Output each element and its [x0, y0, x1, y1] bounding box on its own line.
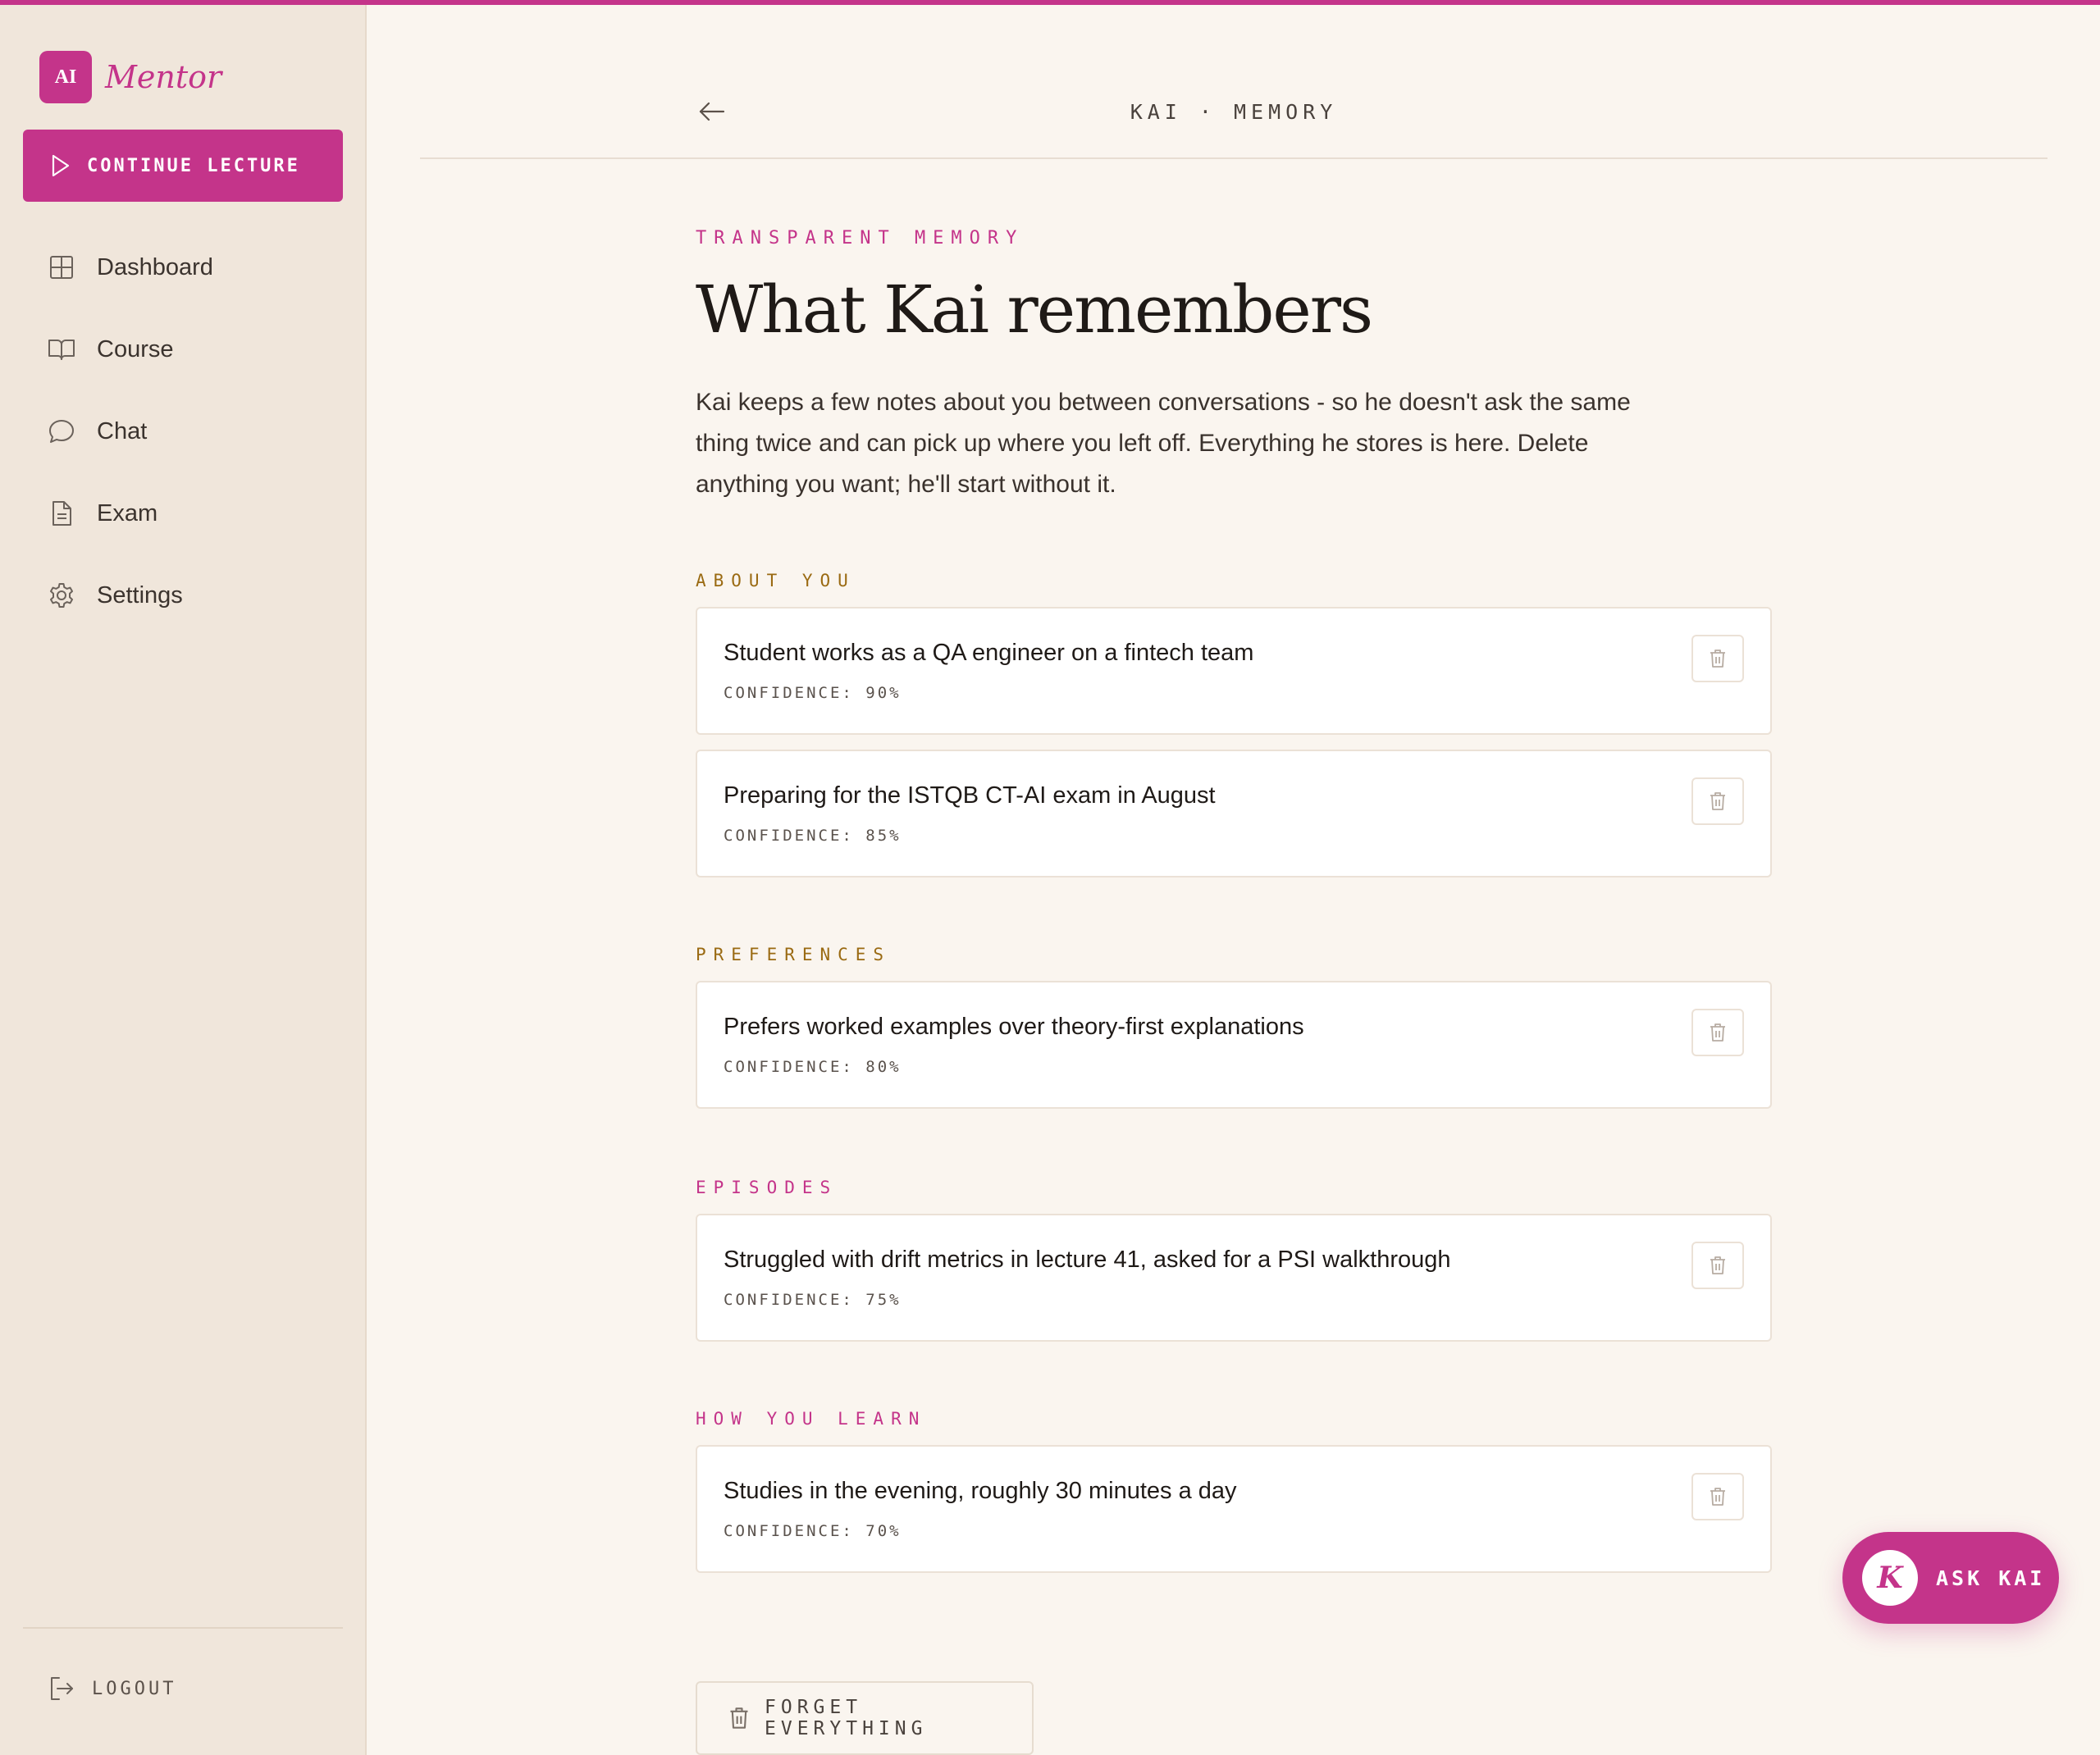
brand-logo[interactable]: AI Mentor [39, 51, 221, 103]
sidebar-item-settings[interactable]: Settings [23, 554, 345, 636]
memory-text: Studies in the evening, roughly 30 minut… [724, 1478, 1237, 1504]
memory-card: Student works as a QA engineer on a fint… [696, 607, 1772, 735]
sidebar-item-label: Chat [97, 417, 148, 444]
sidebar-item-label: Dashboard [97, 253, 213, 280]
sidebar-item-label: Course [97, 335, 174, 362]
memory-card: Struggled with drift metrics in lecture … [696, 1214, 1772, 1342]
brand-name: Mentor [105, 59, 222, 95]
book-icon [48, 335, 75, 363]
ask-kai-label: ASK KAI [1936, 1566, 2046, 1590]
memory-confidence: CONFIDENCE: 75% [724, 1291, 902, 1309]
sidebar-nav: Dashboard Course Chat Exam Settings [23, 226, 345, 636]
sidebar-item-label: Settings [97, 581, 183, 609]
page-eyebrow: TRANSPARENT MEMORY [696, 228, 1025, 248]
kai-avatar: K [1862, 1550, 1918, 1606]
continue-lecture-button[interactable]: CONTINUE LECTURE [23, 130, 343, 202]
delete-memory-button[interactable] [1691, 777, 1744, 825]
trash-icon [1710, 1256, 1725, 1274]
document-icon [48, 499, 75, 527]
trash-icon [1710, 792, 1725, 810]
trash-icon [728, 1707, 750, 1730]
section-label: PREFERENCES [696, 945, 892, 964]
section-how-you-learn: HOW YOU LEARN Studies in the evening, ro… [696, 1409, 1772, 1588]
trash-icon [1710, 650, 1725, 668]
memory-text: Struggled with drift metrics in lecture … [724, 1247, 1451, 1273]
delete-memory-button[interactable] [1691, 635, 1744, 682]
memory-card: Prefers worked examples over theory-firs… [696, 981, 1772, 1109]
trash-icon [1710, 1023, 1725, 1042]
header-title: KAI · MEMORY [1130, 100, 1338, 124]
forget-everything-label: FORGET EVERYTHING [765, 1697, 928, 1739]
section-episodes: EPISODES Struggled with drift metrics in… [696, 1178, 1772, 1356]
sidebar-divider [23, 1627, 343, 1629]
page-intro: Kai keeps a few notes about you between … [696, 389, 1631, 498]
memory-main: TRANSPARENT MEMORY What Kai remembers Ka… [696, 228, 1772, 505]
delete-memory-button[interactable] [1691, 1473, 1744, 1520]
brand-mark-icon: AI [39, 51, 92, 103]
grid-icon [48, 253, 75, 281]
logout-button[interactable]: LOGOUT [48, 1675, 176, 1703]
page-header: KAI · MEMORY [420, 57, 2048, 159]
section-label: ABOUT YOU [696, 571, 856, 590]
delete-memory-button[interactable] [1691, 1009, 1744, 1056]
memory-confidence: CONFIDENCE: 80% [724, 1058, 902, 1076]
continue-lecture-label: CONTINUE LECTURE [87, 155, 300, 176]
page-title: What Kai remembers [696, 271, 1373, 348]
memory-confidence: CONFIDENCE: 70% [724, 1522, 902, 1540]
play-icon [51, 154, 71, 177]
memory-confidence: CONFIDENCE: 85% [724, 827, 902, 845]
sidebar-item-course[interactable]: Course [23, 308, 345, 390]
chat-bubble-icon [48, 417, 75, 445]
trash-icon [1710, 1488, 1725, 1506]
sidebar: AI Mentor CONTINUE LECTURE Dashboard Cou… [0, 5, 367, 1755]
memory-card: Preparing for the ISTQB CT-AI exam in Au… [696, 750, 1772, 878]
section-label: HOW YOU LEARN [696, 1409, 927, 1429]
logout-icon [48, 1675, 75, 1703]
section-about-you: ABOUT YOU Student works as a QA engineer… [696, 571, 1772, 892]
section-label: EPISODES [696, 1178, 838, 1197]
memory-text: Prefers worked examples over theory-firs… [724, 1014, 1304, 1040]
sidebar-item-exam[interactable]: Exam [23, 472, 345, 554]
logout-label: LOGOUT [92, 1678, 177, 1699]
memory-confidence: CONFIDENCE: 90% [724, 684, 902, 702]
ask-kai-button[interactable]: K ASK KAI [1842, 1532, 2059, 1624]
forget-everything-button[interactable]: FORGET EVERYTHING [696, 1681, 1034, 1755]
gear-icon [48, 581, 75, 609]
memory-text: Preparing for the ISTQB CT-AI exam in Au… [724, 782, 1216, 809]
sidebar-item-chat[interactable]: Chat [23, 390, 345, 472]
sidebar-item-label: Exam [97, 499, 158, 526]
section-preferences: PREFERENCES Prefers worked examples over… [696, 945, 1772, 1124]
delete-memory-button[interactable] [1691, 1242, 1744, 1289]
memory-text: Student works as a QA engineer on a fint… [724, 640, 1254, 666]
sidebar-item-dashboard[interactable]: Dashboard [23, 226, 345, 308]
memory-card: Studies in the evening, roughly 30 minut… [696, 1445, 1772, 1573]
